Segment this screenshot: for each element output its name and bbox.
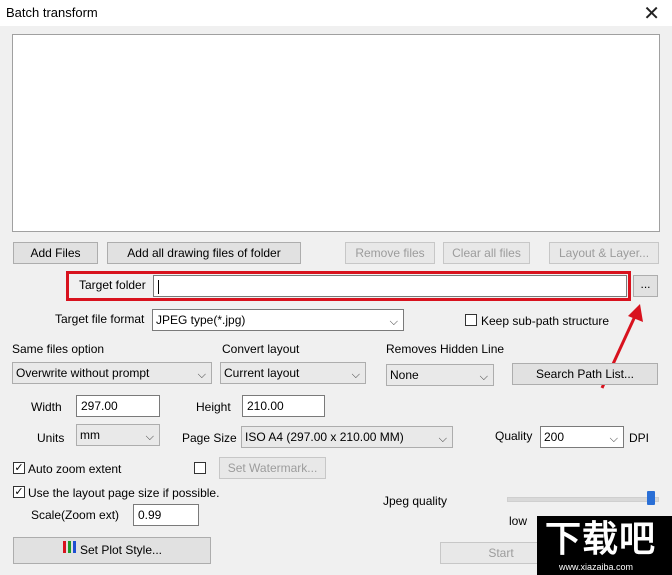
set-plot-style-label: Set Plot Style... xyxy=(79,543,163,557)
close-icon[interactable]: ✕ xyxy=(643,1,660,26)
window-title: Batch transform xyxy=(6,5,98,20)
target-file-format-value: JPEG type(*.jpg) xyxy=(156,313,246,327)
chevron-down-icon: ⌵ xyxy=(145,431,154,443)
quality-value: 200 xyxy=(544,430,565,444)
same-files-option-select[interactable]: Overwrite without prompt ⌵ xyxy=(12,362,212,384)
chevron-down-icon: ⌵ xyxy=(609,433,618,445)
remove-files-button[interactable]: Remove files xyxy=(345,242,435,264)
set-watermark-button[interactable]: Set Watermark... xyxy=(219,457,326,479)
scale-input[interactable]: 0.99 xyxy=(133,504,199,526)
removes-hidden-line-label: Removes Hidden Line xyxy=(386,342,505,356)
page-size-select[interactable]: ISO A4 (297.00 x 210.00 MM) ⌵ xyxy=(241,426,453,448)
chevron-down-icon: ⌵ xyxy=(389,316,398,328)
keep-sub-path-checkbox[interactable] xyxy=(465,314,477,326)
title-bar: Batch transform ✕ xyxy=(0,0,672,26)
scale-label: Scale(Zoom ext) xyxy=(31,508,120,522)
site-watermark-logo: 下载吧 www.xiazaiba.com xyxy=(537,516,672,575)
browse-folder-button[interactable]: ... xyxy=(633,275,658,297)
clear-all-files-button[interactable]: Clear all files xyxy=(443,242,530,264)
width-input[interactable]: 297.00 xyxy=(76,395,160,417)
units-label: Units xyxy=(37,431,65,445)
batch-transform-dialog: Batch transform ✕ Add Files Add all draw… xyxy=(0,0,672,575)
checkmark-icon: ✓ xyxy=(14,462,24,474)
convert-layout-select[interactable]: Current layout ⌵ xyxy=(220,362,366,384)
removes-hidden-line-value: None xyxy=(390,368,419,382)
quality-select[interactable]: 200 ⌵ xyxy=(540,426,624,448)
auto-zoom-extent-checkbox[interactable]: ✓ xyxy=(13,462,25,474)
page-size-value: ISO A4 (297.00 x 210.00 MM) xyxy=(245,430,404,444)
page-size-label: Page Size xyxy=(182,431,237,445)
use-layout-page-size-label: Use the layout page size if possible. xyxy=(28,486,220,500)
highlight-box xyxy=(66,271,631,301)
add-files-button[interactable]: Add Files xyxy=(13,242,98,264)
set-plot-style-button[interactable]: Set Plot Style... xyxy=(13,537,211,564)
chevron-down-icon: ⌵ xyxy=(197,369,206,381)
auto-zoom-extent-label: Auto zoom extent xyxy=(28,462,122,476)
use-layout-page-size-checkbox[interactable]: ✓ xyxy=(13,486,25,498)
plot-pens-icon xyxy=(62,538,78,563)
removes-hidden-line-select[interactable]: None ⌵ xyxy=(386,364,494,386)
file-list[interactable] xyxy=(12,34,660,232)
jpeg-quality-label: Jpeg quality xyxy=(383,494,448,508)
same-files-option-label: Same files option xyxy=(12,342,105,356)
jpeg-quality-thumb[interactable] xyxy=(647,491,655,505)
chevron-down-icon: ⌵ xyxy=(438,433,447,445)
layout-layer-button[interactable]: Layout & Layer... xyxy=(549,242,659,264)
target-file-format-select[interactable]: JPEG type(*.jpg) ⌵ xyxy=(152,309,404,331)
watermark-logo-text: 下载吧 xyxy=(545,519,657,560)
convert-layout-value: Current layout xyxy=(224,366,300,380)
units-value: mm xyxy=(80,428,100,442)
convert-layout-label: Convert layout xyxy=(222,342,300,356)
quality-unit: DPI xyxy=(629,431,650,445)
search-path-list-button[interactable]: Search Path List... xyxy=(512,363,658,385)
width-label: Width xyxy=(31,400,62,414)
jpeg-quality-track[interactable] xyxy=(507,497,659,502)
height-label: Height xyxy=(196,400,231,414)
units-select[interactable]: mm ⌵ xyxy=(76,424,160,446)
chevron-down-icon: ⌵ xyxy=(351,369,360,381)
keep-sub-path-label: Keep sub-path structure xyxy=(481,314,610,328)
jpeg-quality-low: low xyxy=(509,514,528,528)
watermark-logo-url: www.xiazaiba.com xyxy=(559,562,634,572)
height-input[interactable]: 210.00 xyxy=(242,395,325,417)
same-files-option-value: Overwrite without prompt xyxy=(16,366,150,380)
checkmark-icon: ✓ xyxy=(14,486,24,498)
quality-label: Quality xyxy=(495,429,533,443)
watermark-checkbox[interactable] xyxy=(194,462,206,474)
target-file-format-label: Target file format xyxy=(55,312,145,326)
add-all-drawing-files-button[interactable]: Add all drawing files of folder xyxy=(107,242,301,264)
chevron-down-icon: ⌵ xyxy=(479,371,488,383)
